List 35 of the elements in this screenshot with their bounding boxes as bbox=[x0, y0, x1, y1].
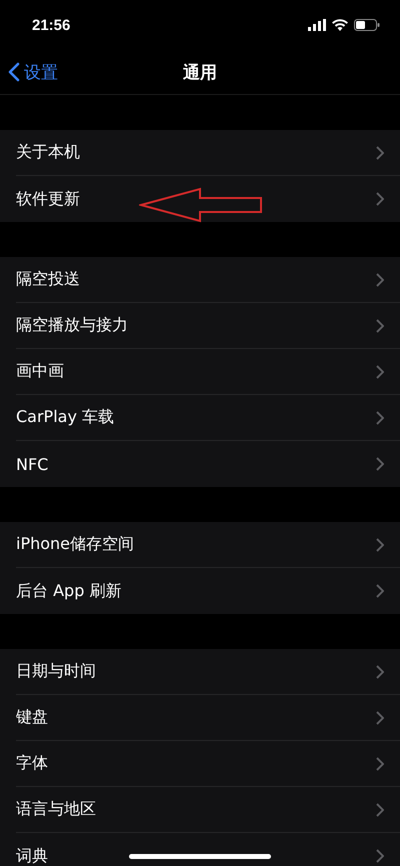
settings-row[interactable]: 语言与地区 bbox=[16, 787, 400, 833]
back-button[interactable]: 设置 bbox=[0, 60, 64, 84]
settings-row[interactable]: 日期与时间 bbox=[16, 649, 400, 695]
settings-row[interactable]: 隔空投送 bbox=[16, 257, 400, 303]
settings-row[interactable]: 画中画 bbox=[16, 349, 400, 395]
settings-row[interactable]: 后台 App 刷新 bbox=[16, 568, 400, 614]
chevron-icon bbox=[376, 584, 384, 598]
settings-row[interactable]: 隔空播放与接力 bbox=[16, 303, 400, 349]
chevron-icon bbox=[376, 710, 384, 724]
wifi-icon bbox=[332, 19, 348, 31]
chevron-icon bbox=[376, 272, 384, 286]
nav-title: 通用 bbox=[183, 62, 217, 84]
settings-row[interactable]: 词典 bbox=[16, 833, 400, 866]
back-chevron-icon bbox=[8, 62, 20, 82]
settings-row[interactable]: 软件更新 bbox=[16, 176, 400, 222]
status-time: 21:56 bbox=[32, 16, 70, 34]
signal-icon bbox=[308, 19, 326, 31]
chevron-icon bbox=[376, 664, 384, 678]
chevron-icon bbox=[376, 802, 384, 816]
chevron-icon bbox=[376, 538, 384, 552]
settings-row[interactable]: CarPlay 车载 bbox=[16, 395, 400, 441]
settings-row[interactable]: 键盘 bbox=[16, 695, 400, 741]
chevron-icon bbox=[376, 756, 384, 770]
chevron-icon bbox=[376, 364, 384, 378]
settings-row[interactable]: 关于本机 bbox=[16, 130, 400, 176]
chevron-icon bbox=[376, 192, 384, 206]
chevron-icon bbox=[376, 146, 384, 160]
settings-row[interactable]: 字体 bbox=[16, 741, 400, 787]
chevron-icon bbox=[376, 457, 384, 471]
battery-icon bbox=[354, 19, 380, 31]
chevron-icon bbox=[376, 318, 384, 332]
settings-row[interactable]: NFC bbox=[16, 441, 400, 487]
settings-row[interactable]: iPhone储存空间 bbox=[16, 522, 400, 568]
chevron-icon bbox=[376, 410, 384, 424]
chevron-icon bbox=[376, 849, 384, 863]
